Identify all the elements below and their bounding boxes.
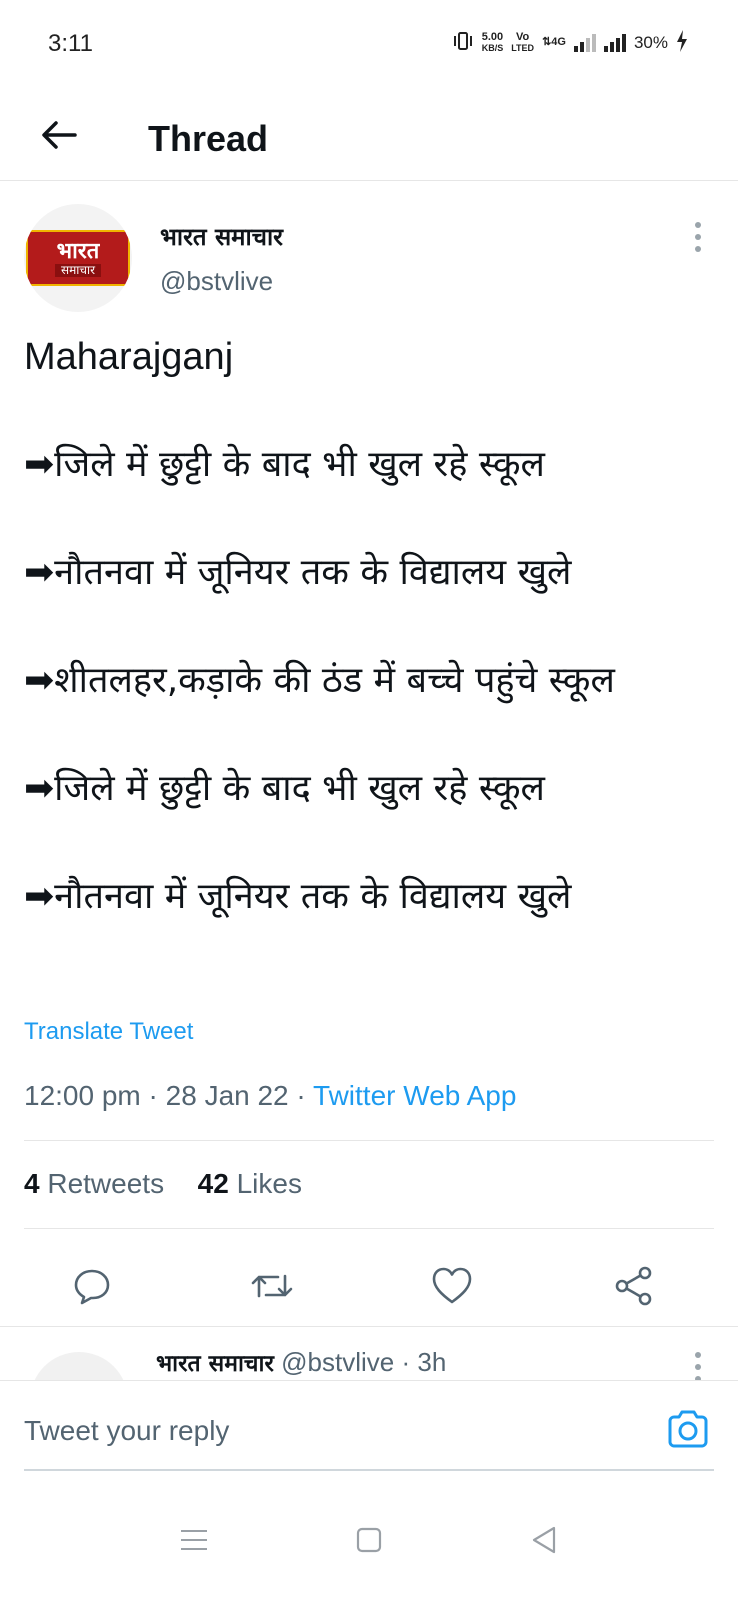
dot [695, 246, 701, 252]
next-tweet-time: 3h [417, 1347, 447, 1377]
likes-label: Likes [236, 1168, 302, 1199]
camera-button[interactable] [664, 1407, 712, 1451]
network-speed: 5.00 KB/S [481, 30, 504, 54]
status-bar: 3:11 5.00 KB/S Vo LTED ⇅4G 30% [0, 0, 738, 90]
meta-separator: · [296, 1080, 306, 1111]
author-name[interactable]: भारत समाचार [160, 220, 283, 253]
channel-logo: भारत समाचार [26, 230, 130, 286]
divider [24, 1228, 714, 1229]
network-speed-value: 5.00 [481, 30, 504, 43]
volte-bottom: LTED [511, 42, 535, 53]
system-back-button[interactable] [524, 1520, 564, 1560]
tweet-line: ➡शीतलहर,कड़ाके की ठंड में बच्चे पहुंचे स… [24, 660, 615, 701]
next-tweet-author-handle: @bstvlive [281, 1347, 395, 1377]
next-tweet-more-button[interactable] [688, 1352, 708, 1382]
dot [695, 1364, 701, 1370]
like-button[interactable] [428, 1262, 476, 1310]
charging-icon [676, 30, 688, 55]
menu-button[interactable] [174, 1520, 214, 1560]
signal-icon-sim2 [603, 33, 626, 52]
reply-icon [74, 1269, 110, 1305]
dot [695, 1352, 701, 1358]
volte-indicator: Vo LTED [511, 30, 535, 54]
tweet-actions [0, 1246, 738, 1326]
reply-button[interactable] [68, 1262, 116, 1310]
logo-line2: समाचार [54, 263, 102, 277]
tweet-line: Maharajganj [24, 336, 234, 378]
heart-icon [432, 1267, 472, 1304]
divider [0, 1326, 738, 1327]
next-tweet-header[interactable]: भारत समाचार @bstvlive · 3h [156, 1346, 446, 1378]
divider [24, 1140, 714, 1141]
more-options-button[interactable] [688, 222, 708, 252]
arrow-left-icon [42, 121, 77, 149]
likes-count: 42 [197, 1168, 229, 1199]
tweet-line: ➡जिले में छुट्टी के बाद भी खुल रहे स्कूल [24, 444, 545, 485]
network-speed-unit: KB/S [481, 42, 504, 53]
reply-input[interactable] [24, 1393, 714, 1471]
retweet-button[interactable] [248, 1262, 296, 1310]
next-tweet-separator: · [401, 1347, 411, 1377]
system-nav-bar [0, 1480, 738, 1600]
back-button[interactable] [36, 112, 82, 158]
network-type: ⇅4G [542, 36, 566, 48]
camera-icon [668, 1410, 708, 1448]
volte-top: Vo [516, 30, 530, 43]
triangle-back-icon [532, 1526, 556, 1554]
retweets-count: 4 [24, 1168, 40, 1199]
tweet-line: ➡नौतनवा में जूनियर तक के विद्यालय खुले [24, 876, 572, 917]
translate-tweet-link[interactable]: Translate Tweet [24, 1018, 193, 1046]
tweet-source-link[interactable]: Twitter Web App [313, 1080, 516, 1111]
avatar[interactable]: भारत समाचार [24, 204, 132, 312]
reply-bar [0, 1380, 738, 1481]
tweet-meta: 12:00 pm · 28 Jan 22 · Twitter Web App [24, 1080, 516, 1112]
page-title: Thread [148, 118, 269, 159]
tweet-text: Maharajganj ➡जिले में छुट्टी के बाद भी ख… [24, 330, 724, 924]
dot [695, 222, 701, 228]
retweets-label: Retweets [47, 1168, 165, 1199]
author-handle[interactable]: @bstvlive [160, 266, 273, 297]
retweet-icon [251, 1274, 293, 1298]
thread-header: Thread [0, 90, 738, 181]
retweets-stat[interactable]: 4 Retweets [24, 1168, 164, 1199]
meta-separator: · [148, 1080, 158, 1111]
tweet-line: ➡जिले में छुट्टी के बाद भी खुल रहे स्कूल [24, 768, 545, 809]
next-tweet-author-name: भारत समाचार [156, 1351, 274, 1377]
tweet-stats: 4 Retweets 42 Likes [24, 1168, 302, 1200]
vibrate-icon [452, 31, 474, 54]
share-icon [615, 1266, 652, 1306]
status-time: 3:11 [48, 30, 93, 57]
likes-stat[interactable]: 42 Likes [198, 1168, 302, 1199]
network-type-label: 4G [551, 36, 566, 48]
battery-percent: 30% [633, 32, 668, 52]
logo-line1: भारत [56, 238, 100, 264]
menu-icon [181, 1530, 207, 1550]
status-icons: 5.00 KB/S Vo LTED ⇅4G 30% [452, 30, 688, 55]
tweet-date: 28 Jan 22 [165, 1080, 289, 1111]
share-button[interactable] [610, 1262, 658, 1310]
home-button[interactable] [349, 1520, 389, 1560]
dot [695, 234, 701, 240]
tweet-time: 12:00 pm [24, 1080, 141, 1111]
square-home-icon [356, 1527, 382, 1553]
signal-icon-sim1 [573, 33, 596, 52]
tweet-line: ➡नौतनवा में जूनियर तक के विद्यालय खुले [24, 552, 572, 593]
